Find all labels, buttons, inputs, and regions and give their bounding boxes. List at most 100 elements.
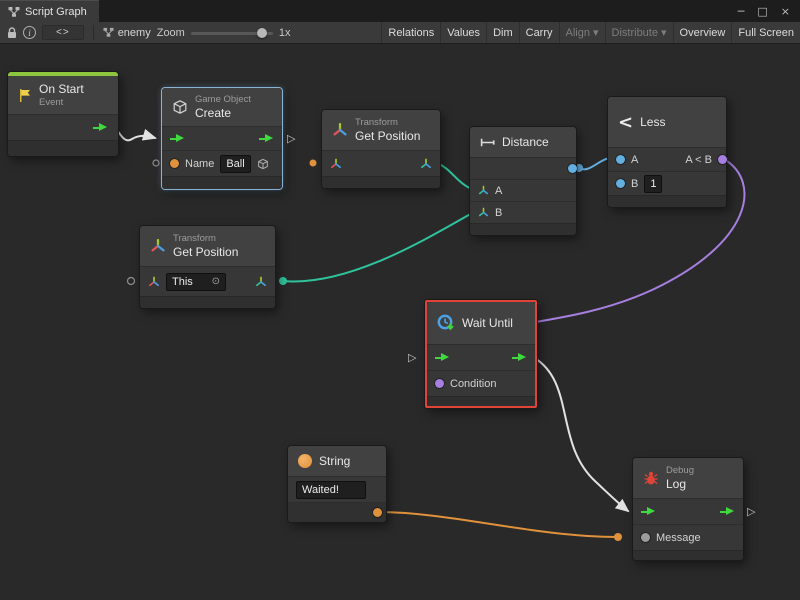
- node-less[interactable]: < Less A A < B B 1: [608, 97, 726, 207]
- port-label: Message: [656, 532, 701, 544]
- zoom-slider-handle[interactable]: [257, 28, 267, 38]
- node-get-position-1[interactable]: Transform Get Position: [322, 110, 440, 188]
- window-controls: ─ □ ×: [738, 0, 800, 22]
- port-name-input[interactable]: [170, 159, 179, 168]
- less-icon: <: [618, 112, 633, 133]
- cube-icon: [257, 158, 269, 170]
- exec-output-arrow[interactable]: [512, 353, 527, 362]
- node-create-header: Game Object Create: [162, 88, 282, 126]
- zoom-value: 1x: [279, 27, 291, 39]
- chevron-down-icon: ▾: [593, 26, 599, 39]
- exec-input-arrow[interactable]: [435, 353, 450, 362]
- vector3-port-icon[interactable]: [478, 207, 489, 218]
- toolbar-buttons: Relations Values Dim Carry Align ▾ Distr…: [381, 22, 800, 44]
- vector3-port-icon[interactable]: [420, 158, 432, 170]
- node-on-start[interactable]: On Start Event: [8, 72, 118, 156]
- node-header: Debug Log: [633, 458, 743, 498]
- exec-output-arrow[interactable]: [720, 507, 735, 516]
- align-button[interactable]: Align ▾: [559, 22, 605, 44]
- node-category: Debug: [666, 465, 694, 476]
- toolbar-separator: [93, 25, 94, 40]
- relations-button[interactable]: Relations: [381, 22, 440, 44]
- wait-clock-icon: [437, 314, 455, 332]
- exec-output-arrow[interactable]: [93, 123, 108, 132]
- exec-port-triangle-wait-in[interactable]: ▷: [408, 351, 416, 364]
- object-picker-icon[interactable]: ⊙: [212, 277, 220, 287]
- exec-port-triangle-log-out[interactable]: ▷: [747, 505, 755, 518]
- values-button[interactable]: Values: [440, 22, 486, 44]
- port-string-output[interactable]: [373, 508, 382, 517]
- node-header: Transform Get Position: [140, 226, 275, 266]
- string-literal-icon: [298, 454, 312, 468]
- output-label: A < B: [685, 154, 712, 166]
- transform-port-icon[interactable]: [330, 158, 342, 170]
- node-footer: [322, 176, 440, 188]
- minimize-icon[interactable]: ─: [738, 5, 745, 18]
- close-icon[interactable]: ×: [781, 5, 790, 18]
- port-condition-input[interactable]: [435, 379, 444, 388]
- maximize-icon[interactable]: □: [757, 5, 767, 18]
- port-b-input[interactable]: [616, 179, 625, 188]
- exec-output-arrow[interactable]: [259, 134, 274, 143]
- dim-button[interactable]: Dim: [486, 22, 519, 44]
- exec-input-arrow[interactable]: [641, 507, 656, 516]
- node-category: Game Object: [195, 94, 251, 105]
- port-a-input[interactable]: [616, 155, 625, 164]
- node-title: Wait Until: [462, 316, 513, 330]
- node-string[interactable]: String Waited!: [288, 446, 386, 522]
- port-label-b: B: [495, 207, 502, 219]
- node-debug-log[interactable]: Debug Log Message: [633, 458, 743, 560]
- lock-icon[interactable]: [7, 27, 17, 39]
- node-footer: [427, 396, 535, 406]
- tab-title: Script Graph: [25, 6, 87, 18]
- port-distance-output[interactable]: [568, 164, 577, 173]
- cube-icon: [172, 99, 188, 115]
- node-footer: [608, 195, 726, 207]
- node-category: Transform: [173, 233, 238, 244]
- vector3-port-icon[interactable]: [255, 276, 267, 288]
- port-label-a: A: [495, 185, 502, 197]
- carry-button[interactable]: Carry: [519, 22, 559, 44]
- node-category: Transform: [355, 117, 420, 128]
- node-header: < Less: [608, 97, 726, 147]
- port-label-b: B: [631, 178, 638, 190]
- name-field[interactable]: Ball: [220, 155, 250, 173]
- node-title: Create: [195, 106, 251, 120]
- info-icon[interactable]: i: [23, 26, 36, 39]
- port-result-output[interactable]: [718, 155, 727, 164]
- bug-icon: [643, 470, 659, 486]
- titlebar: Script Graph ─ □ ×: [0, 0, 800, 22]
- b-value-field[interactable]: 1: [644, 175, 662, 193]
- graph-name: enemy: [118, 27, 151, 39]
- self-field[interactable]: This ⊙: [166, 273, 226, 291]
- string-value-field[interactable]: Waited!: [296, 481, 366, 499]
- node-create[interactable]: Game Object Create Name Ball: [162, 88, 282, 189]
- port-message-input[interactable]: [641, 533, 650, 542]
- transform-port-icon[interactable]: [148, 276, 160, 288]
- vector3-port-icon[interactable]: [478, 185, 489, 196]
- tab-script-graph[interactable]: Script Graph: [0, 0, 99, 22]
- node-title: Distance: [502, 135, 549, 149]
- graph-icon: [103, 27, 114, 38]
- collapse-button[interactable]: <>: [42, 25, 84, 40]
- node-title: On Start: [39, 82, 84, 96]
- node-header: Transform Get Position: [322, 110, 440, 150]
- node-get-position-2[interactable]: Transform Get Position This ⊙: [140, 226, 275, 308]
- port-label-a: A: [631, 154, 638, 166]
- fullscreen-button[interactable]: Full Screen: [731, 22, 800, 44]
- port-label: Condition: [450, 378, 496, 390]
- overview-button[interactable]: Overview: [673, 22, 732, 44]
- node-on-start-header: On Start Event: [8, 76, 118, 114]
- exec-port-triangle-create-out[interactable]: ▷: [287, 132, 295, 145]
- port-label: Name: [185, 158, 214, 170]
- zoom-label: Zoom: [157, 27, 185, 39]
- unity-script-graph-window: Script Graph ─ □ × i <> enemy Zo: [0, 0, 800, 600]
- node-wait-until[interactable]: Wait Until Condition: [425, 300, 537, 408]
- node-header: Wait Until: [427, 302, 535, 344]
- zoom-slider[interactable]: [191, 27, 273, 39]
- graph-breadcrumb[interactable]: enemy: [103, 27, 151, 39]
- exec-input-arrow[interactable]: [170, 134, 185, 143]
- distribute-button[interactable]: Distribute ▾: [605, 22, 673, 44]
- node-distance[interactable]: Distance A B: [470, 127, 576, 235]
- node-title: Log: [666, 477, 694, 491]
